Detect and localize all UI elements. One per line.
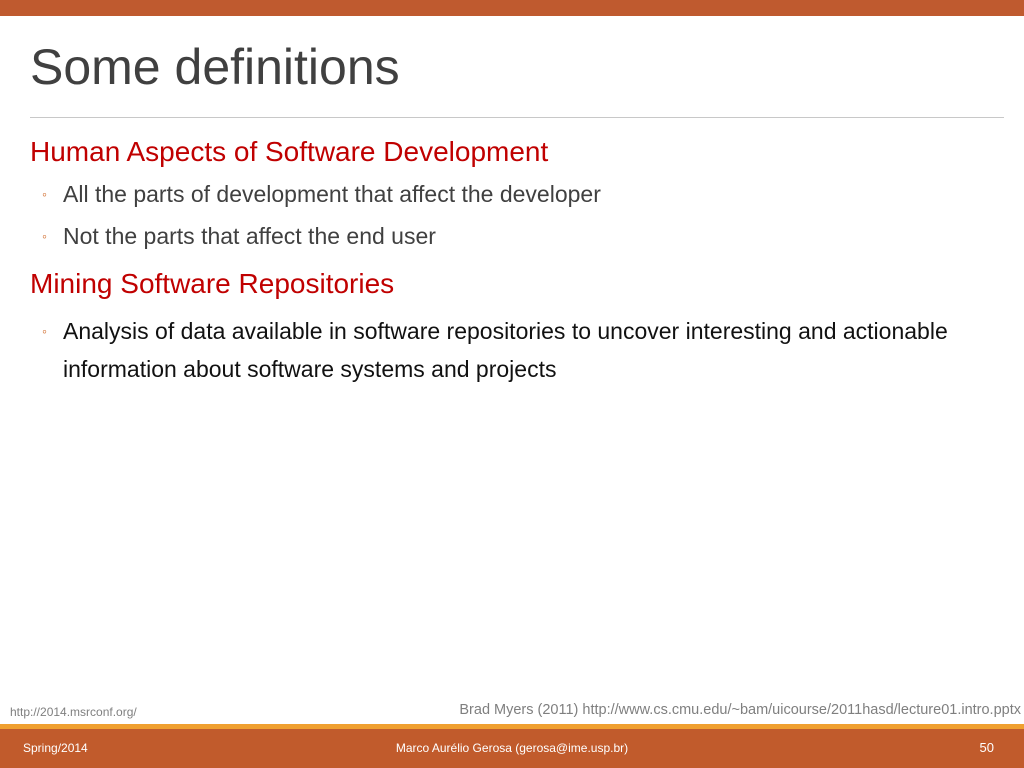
slide-footer: Spring/2014 Marco Aurélio Gerosa (gerosa… bbox=[0, 729, 1024, 768]
slide-content: Human Aspects of Software Development ◦ … bbox=[30, 134, 990, 388]
bullet-circle-icon: ◦ bbox=[42, 323, 47, 339]
source-link-msrconf[interactable]: http://2014.msrconf.org/ bbox=[10, 705, 137, 719]
definition-section-mining-repositories: Mining Software Repositories ◦ Analysis … bbox=[30, 266, 990, 388]
bullet-list: ◦ Analysis of data available in software… bbox=[30, 312, 990, 388]
source-credit-brad-myers[interactable]: Brad Myers (2011) http://www.cs.cmu.edu/… bbox=[459, 702, 1021, 718]
bullet-circle-icon: ◦ bbox=[42, 228, 47, 244]
bullet-item: ◦ All the parts of development that affe… bbox=[30, 176, 990, 212]
bullet-item: ◦ Analysis of data available in software… bbox=[30, 312, 990, 388]
footer-author: Marco Aurélio Gerosa (gerosa@ime.usp.br) bbox=[395, 741, 629, 755]
section-heading: Mining Software Repositories bbox=[30, 268, 395, 299]
bullet-circle-icon: ◦ bbox=[42, 186, 47, 202]
section-heading: Human Aspects of Software Development bbox=[30, 136, 549, 167]
bullet-text: All the parts of development that affect… bbox=[63, 181, 601, 207]
page-number: 50 bbox=[979, 740, 994, 755]
definition-section-human-aspects: Human Aspects of Software Development ◦ … bbox=[30, 134, 990, 254]
bullet-text: Not the parts that affect the end user bbox=[63, 223, 436, 249]
bullet-list: ◦ All the parts of development that affe… bbox=[30, 176, 990, 254]
bullet-item: ◦ Not the parts that affect the end user bbox=[30, 218, 990, 254]
bullet-text: Analysis of data available in software r… bbox=[63, 318, 948, 382]
top-accent-bar bbox=[0, 0, 1024, 16]
title-divider bbox=[30, 117, 1004, 118]
slide-title: Some definitions bbox=[30, 39, 400, 95]
